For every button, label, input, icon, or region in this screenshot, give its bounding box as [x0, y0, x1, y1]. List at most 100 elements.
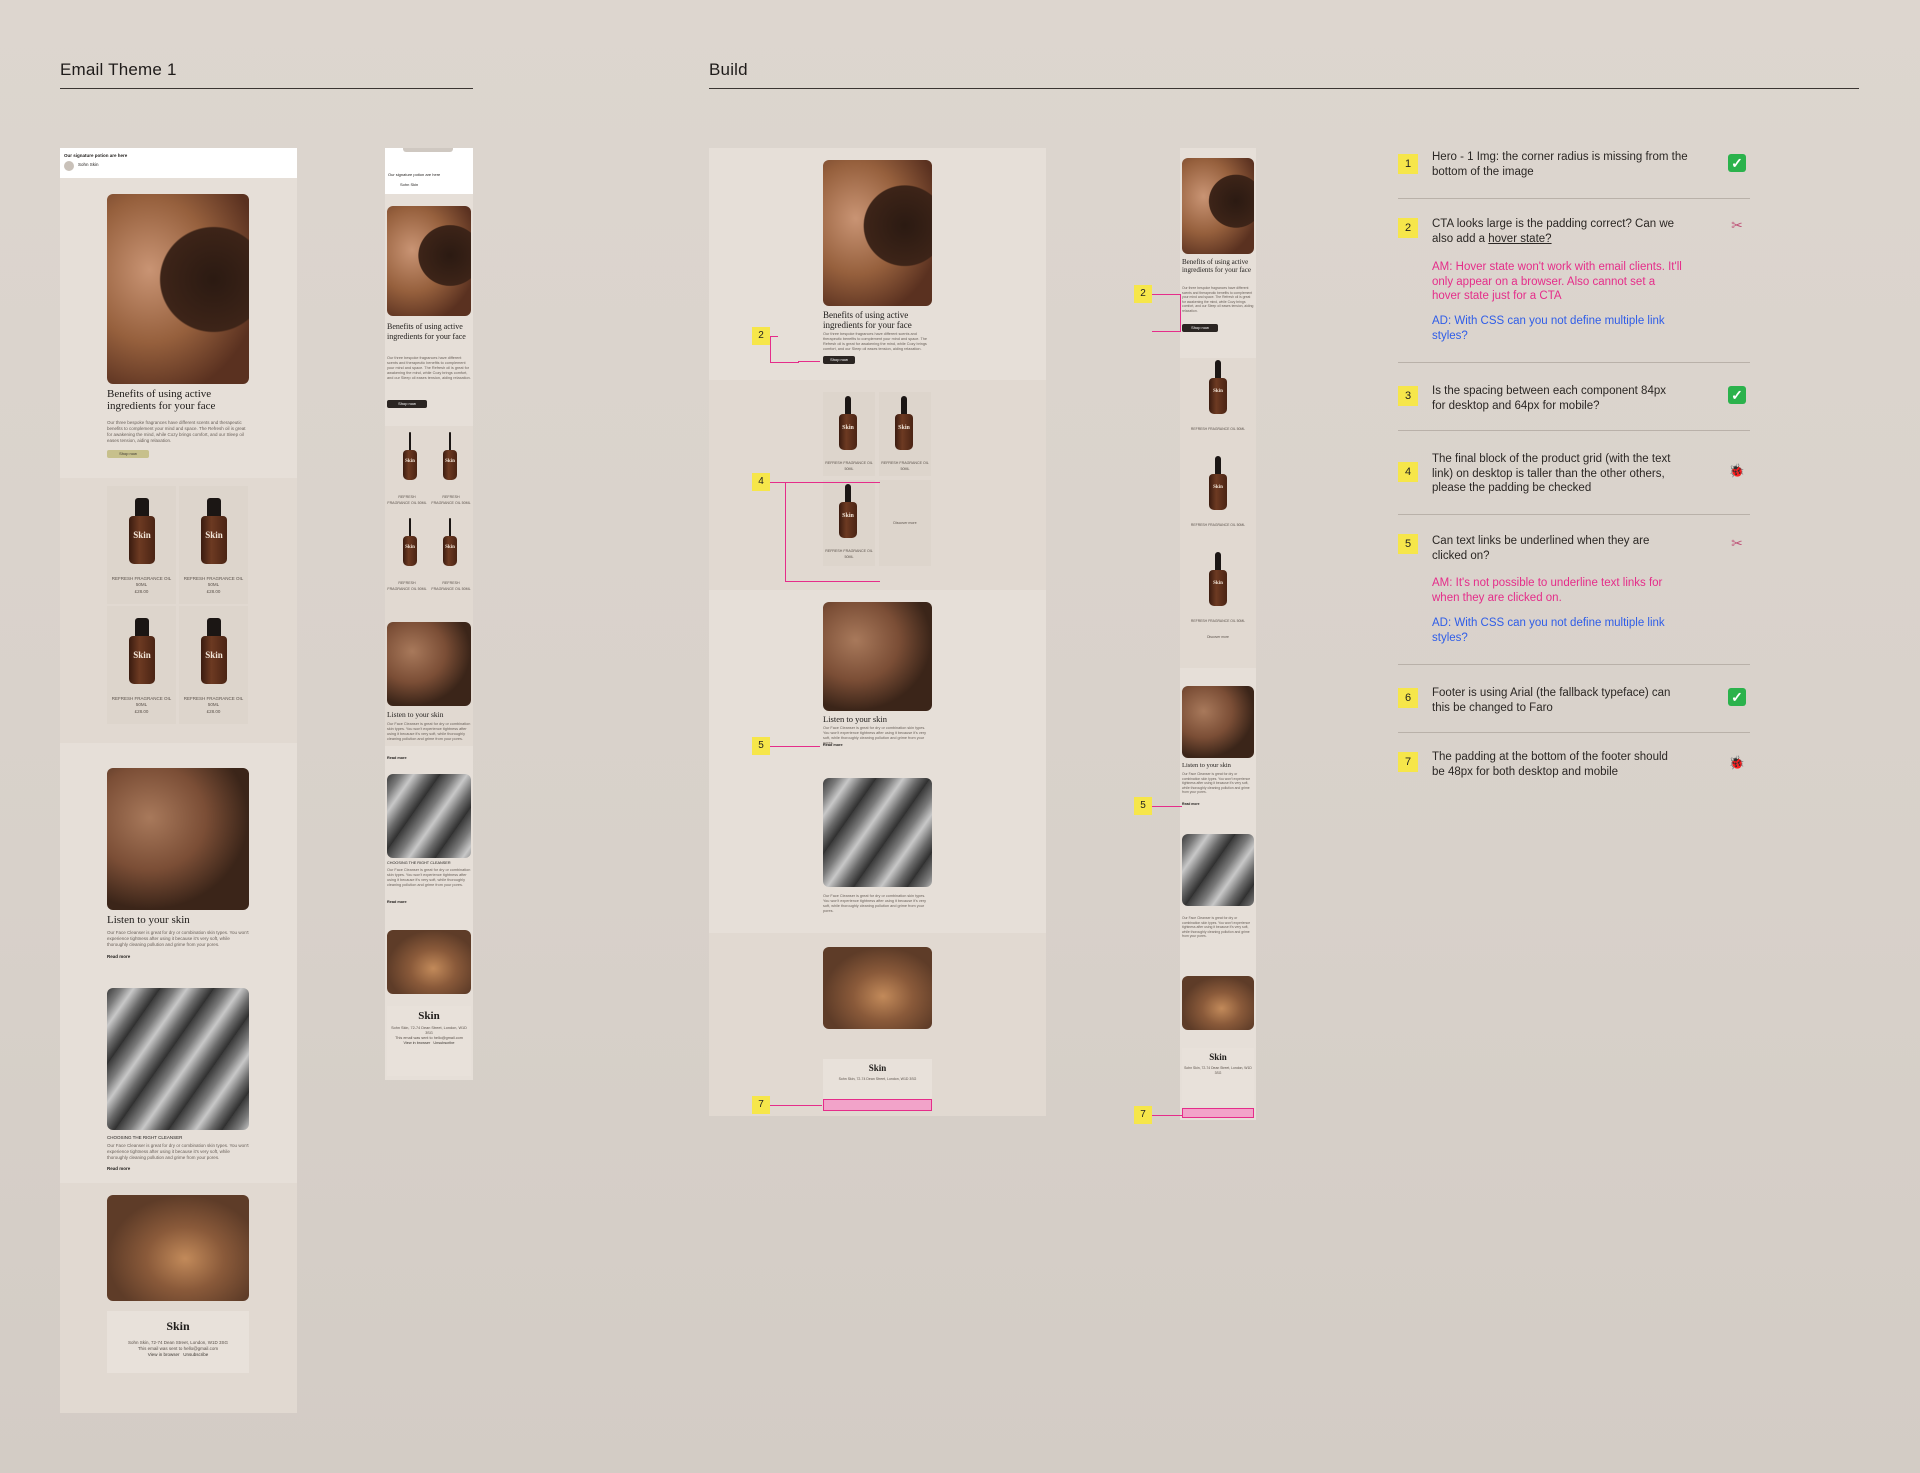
product-card[interactable]: Skin REFRESH FRAGRANCE OIL 50ML £28.00	[179, 486, 248, 604]
cleanser-label: CHOOSING THE RIGHT CLEANSER	[387, 861, 451, 865]
note-text: Footer is using Arial (the fallback type…	[1432, 687, 1671, 714]
listen-title: Listen to your skin	[1182, 762, 1231, 769]
hero-image	[387, 206, 471, 316]
footer-section: Skin Sohn Skin, 72-74 Dean Street, Londo…	[709, 933, 1046, 1116]
product-card[interactable]: Skin REFRESH FRAGRANCE OIL 50ML £28.00	[107, 486, 176, 604]
avatar	[64, 161, 74, 171]
annotation-marker[interactable]: 2	[1134, 285, 1152, 303]
connector-line	[785, 482, 880, 582]
fabric-image	[1182, 834, 1254, 906]
note-number: 5	[1398, 534, 1418, 554]
connector-line	[770, 336, 778, 337]
section-title-build: Build	[709, 60, 748, 79]
shower-image	[107, 1195, 249, 1301]
unsubscribe-link[interactable]: Unsubscribe	[183, 1352, 208, 1357]
checkmark-icon: ✓	[1728, 386, 1746, 404]
annotation-marker[interactable]: 4	[752, 473, 770, 491]
cleanser-body: Our Face Cleanser is great for dry or co…	[387, 868, 471, 887]
annotation-marker[interactable]: 2	[752, 327, 770, 345]
view-in-browser-link[interactable]: View in browser	[148, 1352, 180, 1357]
discover-card[interactable]: Discover more	[879, 480, 931, 566]
read-more-link[interactable]: Read more	[107, 1166, 130, 1171]
listen-body: Our Face Cleanser is great for dry or co…	[1182, 772, 1251, 794]
email-subject: Our signature potion are here	[64, 153, 128, 158]
hero-image	[823, 160, 932, 306]
shower-image	[823, 947, 932, 1029]
hero-body: Our three bespoke fragrances have differ…	[387, 356, 471, 380]
listen-title: Listen to your skin	[387, 710, 444, 719]
connector-line	[1152, 294, 1181, 332]
hero-image	[107, 194, 249, 384]
listen-body: Our Face Cleanser is great for dry or co…	[387, 722, 471, 741]
product-card[interactable]: Skin REFRESH FRAGRANCE OIL 50ML	[823, 392, 875, 476]
hero-image	[1182, 158, 1254, 254]
cleanser-label: CHOOSING THE RIGHT CLEANSER	[107, 1135, 183, 1140]
connector-line	[770, 1105, 822, 1106]
footer-address: Sohn Skin, 72-74 Dean Street, London, W1…	[391, 1026, 467, 1035]
note-text: Hero - 1 Img: the corner radius is missi…	[1432, 151, 1688, 178]
email-desktop-mock: Our signature potion are here Sohn Skin …	[60, 148, 297, 1413]
note-number: 3	[1398, 386, 1418, 406]
listen-title: Listen to your skin	[107, 914, 190, 926]
hover-state-link[interactable]: hover state?	[1488, 233, 1551, 245]
shop-now-button[interactable]: Shop now	[1182, 324, 1218, 332]
section-rule	[60, 88, 473, 89]
read-more-link[interactable]: Read more	[1182, 802, 1200, 806]
shower-image	[387, 930, 471, 994]
annotation-marker[interactable]: 5	[752, 737, 770, 755]
section-rule	[709, 88, 1859, 89]
feedback-notes-list: 1 Hero - 1 Img: the corner radius is mis…	[1398, 150, 1750, 790]
note-number: 6	[1398, 688, 1418, 708]
unsubscribe-link[interactable]: Unsubscribe	[433, 1041, 454, 1045]
connector-line	[770, 482, 785, 483]
listen-image	[387, 622, 471, 706]
read-more-link[interactable]: Read more	[387, 756, 407, 760]
note-am-comment: AM: It's not possible to underline text …	[1432, 577, 1663, 604]
read-more-link[interactable]: Read more	[823, 743, 843, 747]
discover-link[interactable]: Discover more	[1180, 634, 1256, 640]
hero-title: Benefits of using active ingredients for…	[1182, 258, 1251, 274]
note-text: CTA looks large is the padding correct? …	[1432, 218, 1675, 245]
footer-logo: Skin	[868, 1063, 887, 1073]
annotation-marker[interactable]: 7	[1134, 1106, 1152, 1124]
checkmark-icon: ✓	[1728, 154, 1746, 172]
mobile-mail-header: Our signature potion are here Sohn Skin	[385, 148, 473, 194]
connector-line	[798, 361, 820, 362]
checkmark-icon: ✓	[1728, 688, 1746, 706]
product-card[interactable]: Skin REFRESH FRAGRANCE OIL 50ML £28.00	[107, 606, 176, 724]
product-card[interactable]: Skin REFRESH FRAGRANCE OIL 50ML £28.00	[179, 606, 248, 724]
email-mobile-mock: Our signature potion are here Sohn Skin …	[385, 148, 473, 1080]
build-mobile-mock: Benefits of using active ingredients for…	[1180, 148, 1256, 1120]
footer-box: Skin Sohn Skin, 72-74 Dean Street, Londo…	[1182, 1048, 1254, 1106]
shop-now-button[interactable]: Shop now	[823, 356, 855, 364]
section-title-email-theme: Email Theme 1	[60, 60, 177, 79]
annotation-marker[interactable]: 5	[1134, 797, 1152, 815]
email-subject: Our signature potion are here	[388, 172, 441, 177]
read-more-link[interactable]: Read more	[387, 900, 407, 904]
hero-body: Our three bespoke fragrances have differ…	[823, 332, 927, 351]
annotation-marker[interactable]: 7	[752, 1096, 770, 1114]
product-card[interactable]: Skin REFRESH FRAGRANCE OIL 50ML	[879, 392, 931, 476]
listen-image	[107, 768, 249, 910]
bug-icon: 🐞	[1728, 463, 1746, 478]
view-in-browser-link[interactable]: View in browser	[403, 1041, 430, 1045]
note-text: The padding at the bottom of the footer …	[1432, 751, 1668, 778]
hero-title: Benefits of using active ingredients for…	[823, 310, 912, 330]
note-number: 7	[1398, 752, 1418, 772]
note-number: 1	[1398, 154, 1418, 174]
shop-now-button[interactable]: Shop now	[107, 450, 149, 458]
footer-section: Skin Sohn Skin, 72-74 Dean Street, Londo…	[60, 1183, 297, 1413]
fabric-image	[107, 988, 249, 1130]
shop-now-button[interactable]: Shop now	[387, 400, 427, 408]
note-number: 4	[1398, 462, 1418, 482]
listen-image	[1182, 686, 1254, 758]
footer-address: Sohn Skin, 72-74 Dean Street, London, W1…	[1184, 1066, 1252, 1075]
product-grid-section: Skin REFRESH FRAGRANCE OIL 50ML £28.00 S…	[60, 478, 297, 743]
note-text: CTA looks large is the padding correct? …	[1432, 217, 1682, 246]
fabric-image	[823, 778, 932, 887]
read-more-link[interactable]: Read more	[107, 954, 130, 959]
footer-box: Skin Sohn Skin, 72-74 Dean Street, Londo…	[387, 1006, 471, 1076]
note-text: The final block of the product grid (wit…	[1432, 453, 1671, 494]
note-number: 2	[1398, 218, 1418, 238]
listen-image	[823, 602, 932, 711]
